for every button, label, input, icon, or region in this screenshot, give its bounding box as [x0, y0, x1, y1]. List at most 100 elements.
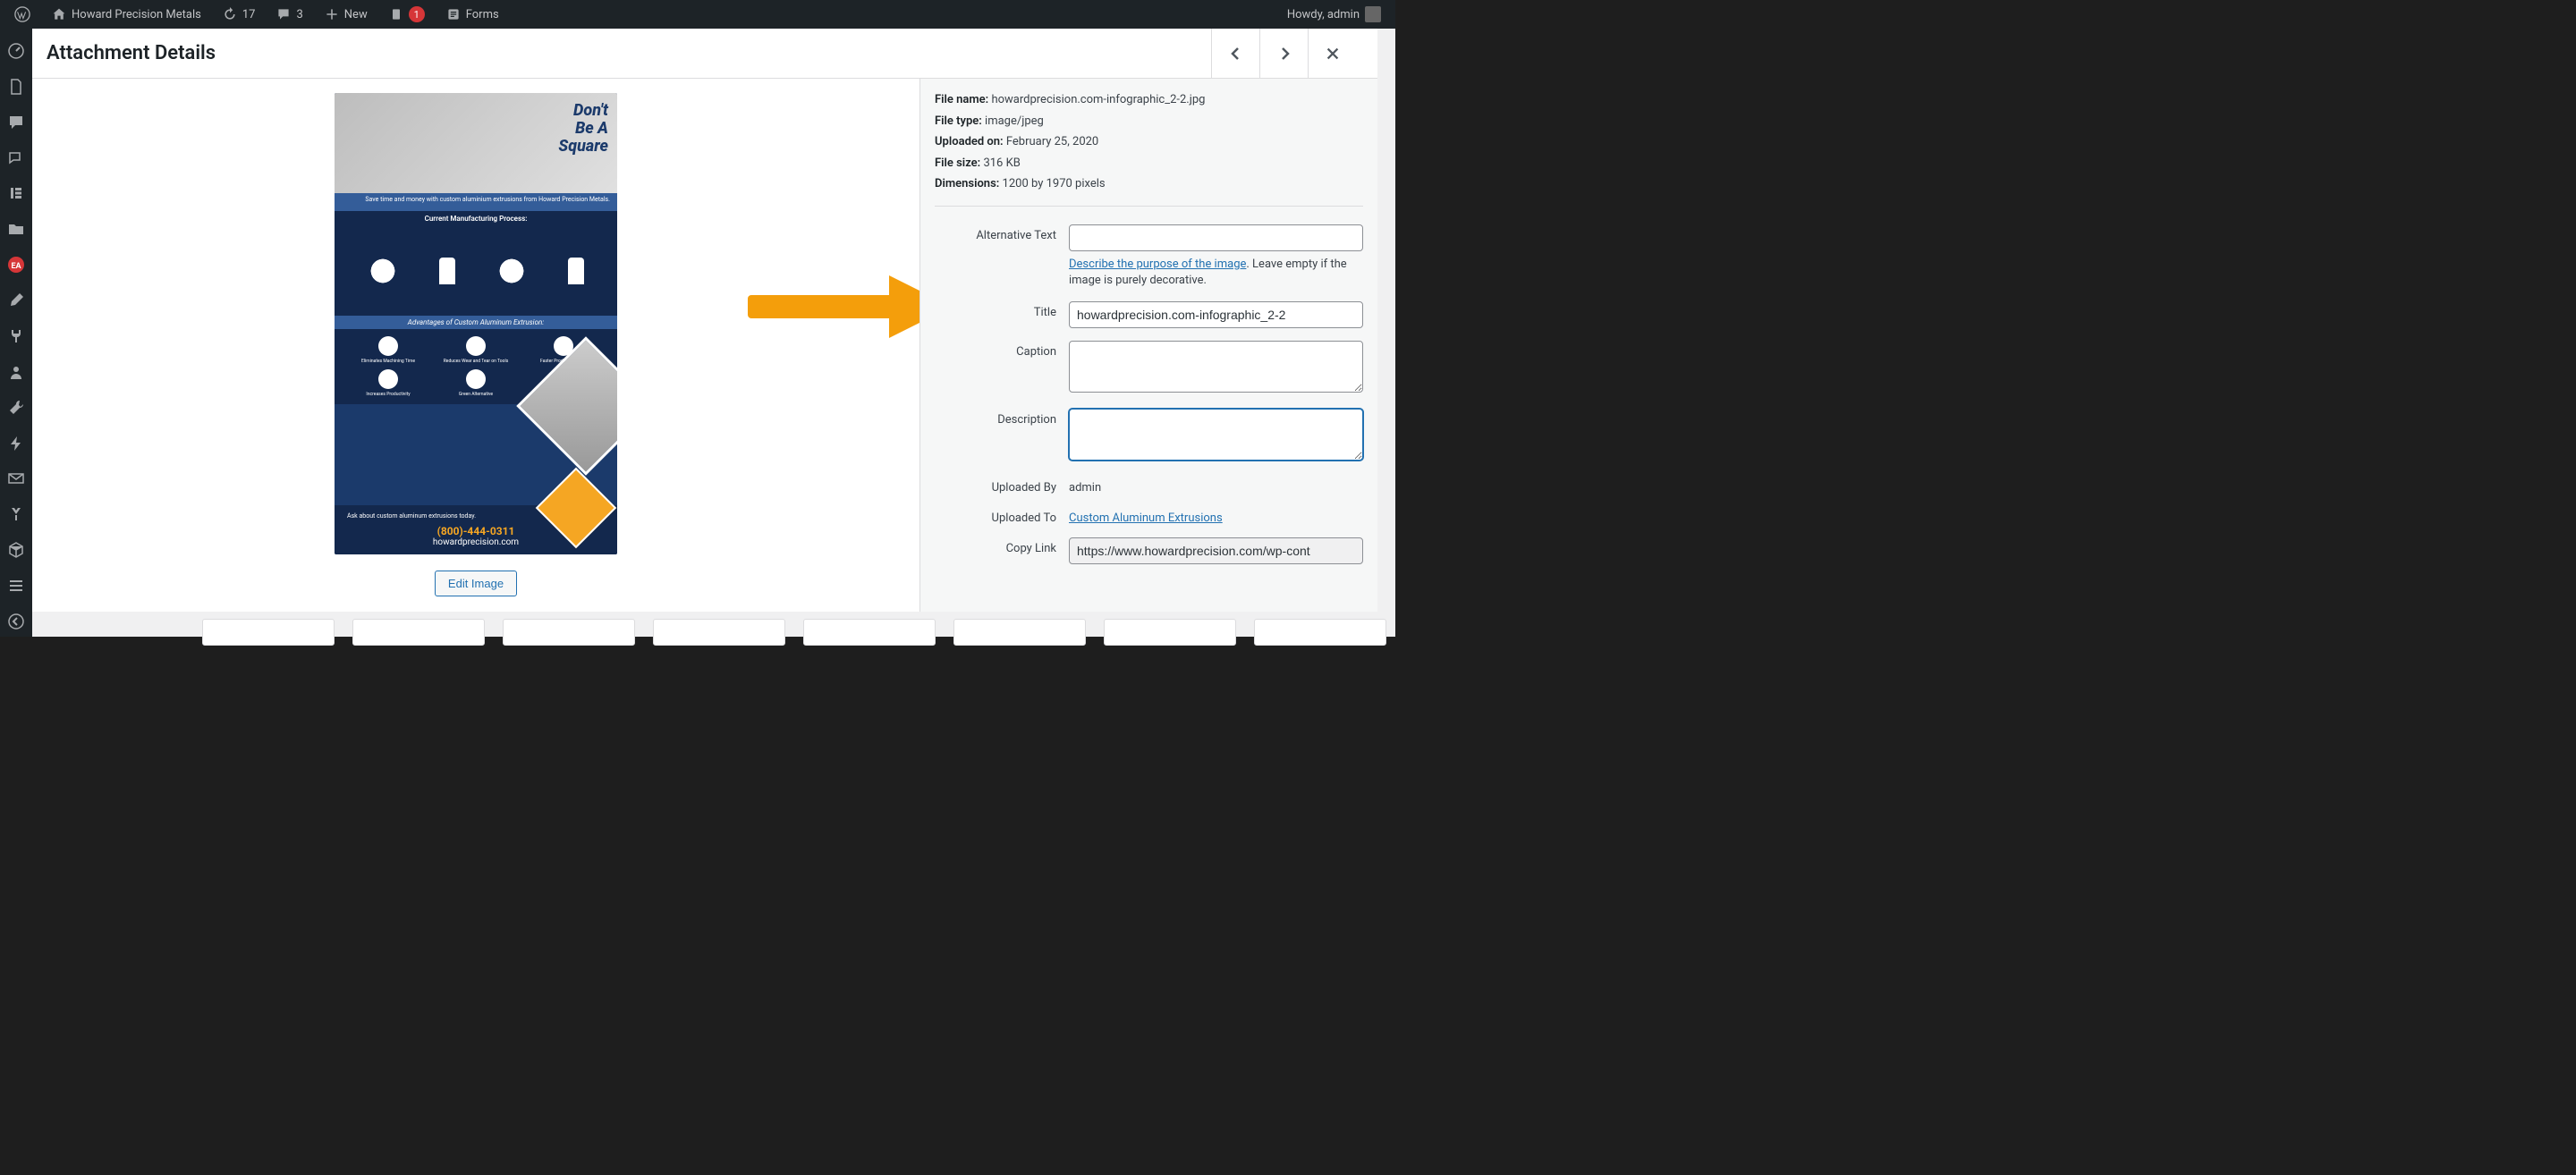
edit-image-button[interactable]: Edit Image	[435, 571, 517, 596]
uploaded-to-label: Uploaded To	[935, 507, 1069, 525]
chevron-left-icon	[1227, 45, 1245, 63]
site-link[interactable]: Howard Precision Metals	[45, 0, 208, 29]
prev-attachment-button[interactable]	[1211, 29, 1259, 79]
alerts-item[interactable]: 1	[382, 0, 432, 29]
chevron-left-icon	[7, 613, 25, 630]
sidebar-pages[interactable]	[0, 72, 32, 102]
sidebar-comments[interactable]	[0, 107, 32, 138]
wrench-icon	[7, 399, 25, 417]
preview-heading: Square	[558, 138, 608, 156]
chevron-right-icon	[1275, 45, 1293, 63]
sidebar-elementor[interactable]	[0, 179, 32, 209]
sidebar-menu[interactable]	[0, 571, 32, 601]
preview-heading: Don't	[558, 102, 608, 120]
folder-icon	[7, 220, 25, 238]
preview-adv-title: Advantages of Custom Aluminum Extrusion:	[335, 316, 617, 329]
sidebar-plugins[interactable]	[0, 321, 32, 351]
close-modal-button[interactable]	[1308, 29, 1356, 79]
alt-text-help: Describe the purpose of the image. Leave…	[1069, 257, 1363, 289]
sidebar-dashboard[interactable]	[0, 36, 32, 66]
sidebar-chat[interactable]	[0, 143, 32, 173]
admin-sidebar: EA	[0, 29, 32, 637]
sidebar-seo[interactable]	[0, 499, 32, 529]
copy-link-input[interactable]	[1069, 537, 1363, 564]
uploaded-to-row: Uploaded To Custom Aluminum Extrusions	[935, 507, 1363, 525]
sidebar-cube[interactable]	[0, 535, 32, 565]
preview-section: Current Manufacturing Process:	[335, 211, 617, 226]
media-tile[interactable]	[953, 619, 1086, 646]
media-tile[interactable]	[653, 619, 785, 646]
meta-file-type: File type: image/jpeg	[935, 113, 1363, 131]
alert-badge: 1	[409, 6, 425, 22]
user-menu[interactable]: Howdy, admin	[1280, 0, 1388, 29]
cube-icon	[7, 541, 25, 559]
media-tile[interactable]	[202, 619, 335, 646]
preview-pane: Don't Be A Square Save time and money wi…	[32, 79, 919, 612]
media-tile[interactable]	[803, 619, 936, 646]
sidebar-users[interactable]	[0, 357, 32, 387]
attachment-details-modal: Attachment Details Don't Be A Square	[32, 29, 1377, 612]
meta-file-name: File name: howardprecision.com-infograph…	[935, 91, 1363, 109]
media-tile[interactable]	[352, 619, 485, 646]
uploaded-by-row: Uploaded By admin	[935, 477, 1363, 495]
next-attachment-button[interactable]	[1259, 29, 1308, 79]
page-icon	[7, 78, 25, 96]
alt-text-input[interactable]	[1069, 224, 1363, 251]
modal-title: Attachment Details	[47, 42, 216, 64]
meta-dimensions: Dimensions: 1200 by 1970 pixels	[935, 175, 1363, 193]
user-icon	[7, 363, 25, 381]
brush-icon	[7, 292, 25, 309]
description-input[interactable]	[1069, 409, 1363, 461]
plus-icon	[325, 7, 339, 21]
bolt-icon	[7, 435, 25, 452]
sidebar-tools[interactable]	[0, 393, 32, 423]
uploaded-to-link[interactable]: Custom Aluminum Extrusions	[1069, 511, 1223, 525]
sidebar-templates[interactable]	[0, 214, 32, 244]
howdy-text: Howdy, admin	[1287, 8, 1360, 21]
admin-bar: Howard Precision Metals 17 3 New 1 Forms…	[0, 0, 1395, 29]
meta-uploaded-on: Uploaded on: February 25, 2020	[935, 133, 1363, 151]
description-row: Description	[935, 409, 1363, 464]
new-label: New	[344, 8, 368, 21]
tile-row	[202, 619, 1386, 646]
caption-row: Caption	[935, 341, 1363, 396]
preview-heading: Be A	[558, 120, 608, 138]
preview-subtext: Save time and money with custom aluminiu…	[335, 193, 617, 211]
sidebar-amp[interactable]	[0, 428, 32, 459]
comment-icon	[276, 7, 291, 21]
forms-item[interactable]: Forms	[439, 0, 506, 29]
plug-icon	[7, 327, 25, 345]
refresh-item[interactable]: 17	[216, 0, 263, 29]
new-item[interactable]: New	[318, 0, 375, 29]
details-pane: File name: howardprecision.com-infograph…	[919, 79, 1377, 612]
wordpress-icon	[14, 6, 30, 22]
caption-input[interactable]	[1069, 341, 1363, 393]
site-name: Howard Precision Metals	[72, 8, 201, 21]
media-tile[interactable]	[1104, 619, 1236, 646]
admin-bar-left: Howard Precision Metals 17 3 New 1 Forms	[7, 0, 506, 29]
title-row: Title	[935, 301, 1363, 328]
menu-icon	[7, 577, 25, 595]
sidebar-collapse[interactable]	[0, 606, 32, 637]
ea-icon: EA	[7, 256, 25, 274]
annotation-arrow	[748, 275, 919, 338]
alt-text-help-link[interactable]: Describe the purpose of the image	[1069, 258, 1246, 271]
sidebar-appearance[interactable]	[0, 285, 32, 316]
sidebar-mail[interactable]	[0, 464, 32, 495]
media-tile[interactable]	[1254, 619, 1386, 646]
forms-label: Forms	[466, 8, 499, 21]
description-label: Description	[935, 409, 1069, 427]
wp-logo[interactable]	[7, 0, 38, 29]
elementor-icon	[7, 184, 25, 202]
uploaded-by-label: Uploaded By	[935, 477, 1069, 495]
comments-item[interactable]: 3	[269, 0, 309, 29]
admin-bar-right: Howdy, admin	[1280, 0, 1388, 29]
title-input[interactable]	[1069, 301, 1363, 328]
sidebar-ea[interactable]: EA	[0, 249, 32, 280]
media-tile[interactable]	[503, 619, 635, 646]
copy-link-row: Copy Link	[935, 537, 1363, 564]
caption-label: Caption	[935, 341, 1069, 359]
alt-text-row: Alternative Text Describe the purpose of…	[935, 224, 1363, 289]
svg-text:EA: EA	[11, 262, 21, 271]
modal-header: Attachment Details	[32, 29, 1377, 79]
